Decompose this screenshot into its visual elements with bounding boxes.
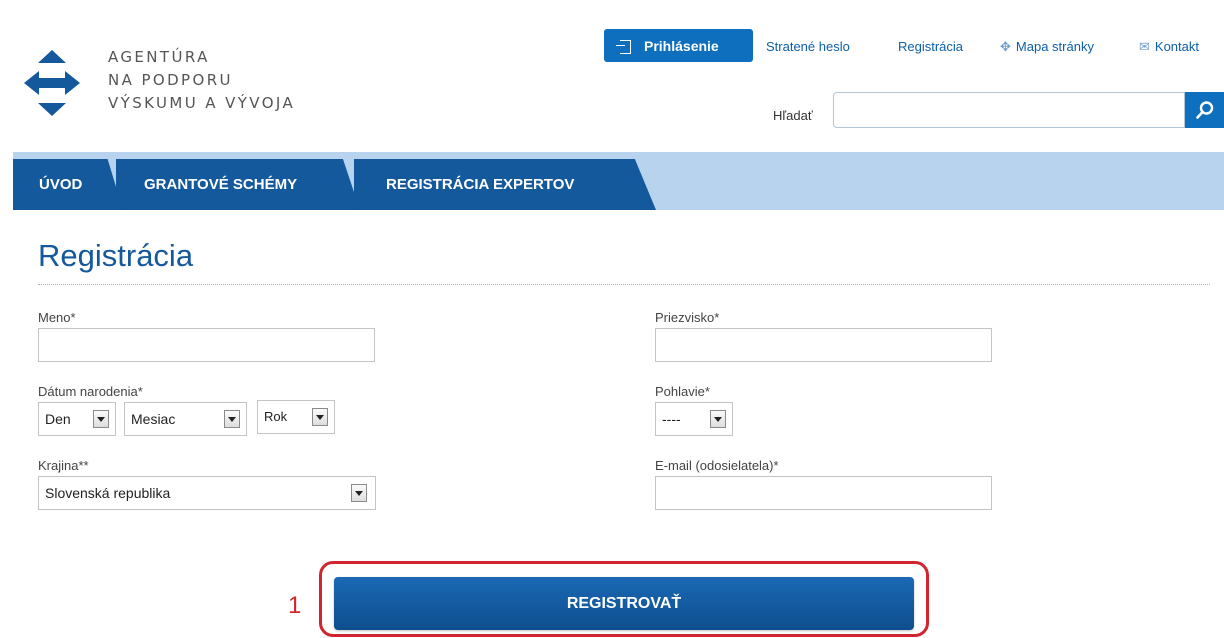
- page-title: Registrácia: [38, 238, 194, 273]
- tab-grantove-schemy[interactable]: GRANTOVÉ SCHÉMY: [116, 159, 360, 210]
- month-select[interactable]: Mesiac: [124, 402, 247, 436]
- chevron-down-icon: [710, 410, 726, 428]
- priezvisko-label: Priezvisko*: [655, 310, 720, 325]
- agency-logo[interactable]: AGENTÚRA NA PODPORU VÝSKUMU A VÝVOJA: [24, 46, 324, 126]
- title-divider: [38, 284, 1210, 285]
- tab-registracia-expertov[interactable]: REGISTRÁCIA EXPERTOV: [354, 159, 656, 210]
- register-button[interactable]: REGISTROVAŤ: [334, 577, 914, 630]
- tab-uvod[interactable]: ÚVOD: [13, 159, 123, 210]
- gender-select[interactable]: ----: [655, 402, 733, 436]
- meno-input[interactable]: [38, 328, 375, 362]
- chevron-down-icon: [224, 410, 240, 428]
- search-label: Hľadať: [773, 108, 813, 123]
- login-icon: [616, 39, 632, 54]
- login-label: Prihlásenie: [644, 37, 719, 54]
- logo-line-2: NA PODPORU: [108, 71, 233, 89]
- login-button[interactable]: Prihlásenie: [604, 29, 753, 62]
- search-button[interactable]: [1185, 92, 1224, 128]
- annotation-marker: 1: [288, 592, 302, 619]
- chevron-down-icon: [93, 410, 109, 428]
- pohlavie-label: Pohlavie*: [655, 384, 710, 399]
- priezvisko-input[interactable]: [655, 328, 992, 362]
- envelope-icon: ✉: [1139, 39, 1150, 54]
- sitemap-link[interactable]: ✥ Mapa stránky: [1000, 39, 1094, 55]
- day-select[interactable]: Den: [38, 402, 116, 436]
- lost-password-link[interactable]: Stratené heslo: [766, 39, 850, 54]
- email-input[interactable]: [655, 476, 992, 510]
- contact-link[interactable]: ✉ Kontakt: [1139, 39, 1199, 55]
- logo-arrows-icon: [24, 50, 80, 116]
- logo-text: AGENTÚRA NA PODPORU VÝSKUMU A VÝVOJA: [108, 46, 295, 115]
- datum-label: Dátum narodenia*: [38, 384, 143, 399]
- search-icon: [1195, 101, 1213, 119]
- krajina-label: Krajina**: [38, 458, 89, 473]
- year-select[interactable]: Rok: [257, 400, 335, 434]
- logo-line-1: AGENTÚRA: [108, 48, 210, 66]
- sitemap-icon: ✥: [1000, 39, 1011, 54]
- chevron-down-icon: [351, 484, 367, 502]
- search-input[interactable]: [833, 92, 1185, 128]
- logo-line-3: VÝSKUMU A VÝVOJA: [108, 94, 296, 112]
- chevron-down-icon: [312, 408, 328, 426]
- meno-label: Meno*: [38, 310, 76, 325]
- email-label: E-mail (odosielatela)*: [655, 458, 779, 473]
- country-select[interactable]: Slovenská republika: [38, 476, 376, 510]
- registration-link[interactable]: Registrácia: [898, 39, 963, 54]
